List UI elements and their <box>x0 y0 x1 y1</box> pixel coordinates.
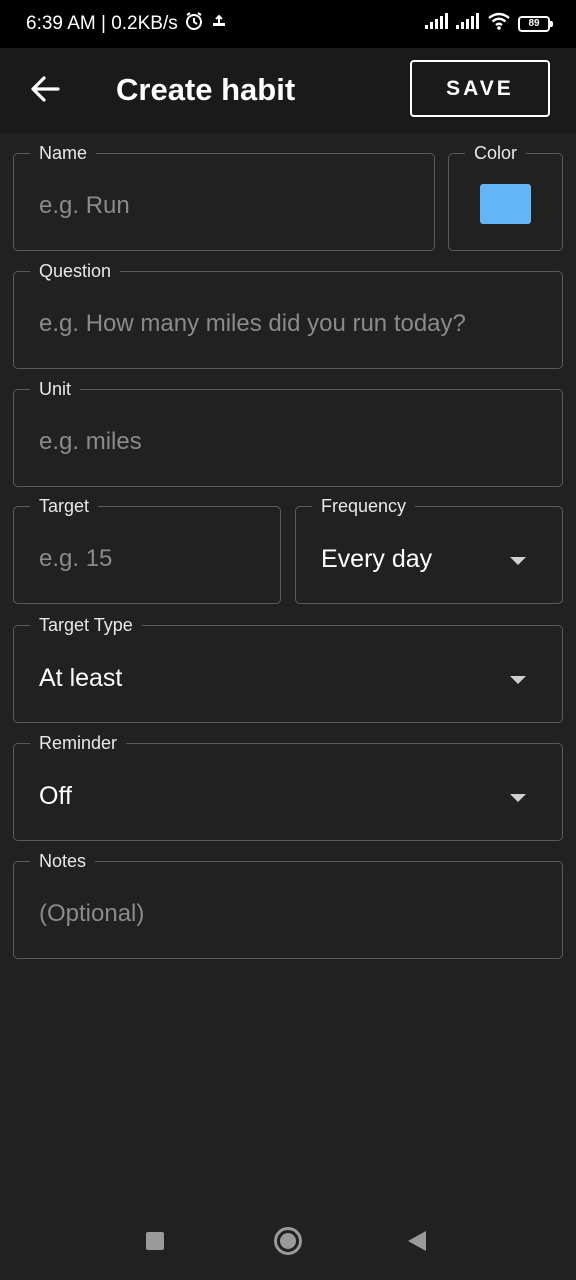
save-button[interactable]: SAVE <box>410 60 550 117</box>
app-bar: Create habit SAVE <box>0 48 576 134</box>
dropdown-arrow-icon <box>510 676 526 684</box>
dropdown-arrow-icon <box>510 794 526 802</box>
name-label: Name <box>30 142 97 164</box>
reminder-label: Reminder <box>30 732 127 754</box>
alarm-icon <box>184 11 204 37</box>
notes-placeholder: (Optional) <box>39 900 145 927</box>
create-habit-screen: 6:39 AM | 0.2KB/s 89 Create habit SAVE N… <box>0 0 576 1280</box>
notes-field[interactable]: Notes (Optional) <box>13 850 563 959</box>
notes-label: Notes <box>30 850 96 872</box>
signal-icon <box>456 13 480 35</box>
arrow-left-icon <box>30 75 60 108</box>
name-field[interactable]: Name e.g. Run <box>13 142 435 251</box>
target-type-dropdown[interactable]: Target Type At least <box>13 614 563 723</box>
unit-label: Unit <box>30 378 81 400</box>
frequency-value: Every day <box>321 545 433 573</box>
status-left: 6:39 AM | 0.2KB/s <box>26 11 228 37</box>
question-label: Question <box>30 260 121 282</box>
cloud-upload-icon <box>210 13 228 35</box>
reminder-value: Off <box>39 782 72 810</box>
battery-icon: 89 <box>518 16 553 32</box>
question-field[interactable]: Question e.g. How many miles did you run… <box>13 260 563 369</box>
unit-placeholder: e.g. miles <box>39 428 142 455</box>
target-field[interactable]: Target e.g. 15 <box>13 495 281 604</box>
wifi-icon <box>487 12 511 36</box>
page-title: Create habit <box>116 72 296 107</box>
status-bar: 6:39 AM | 0.2KB/s 89 <box>0 0 576 48</box>
reminder-dropdown[interactable]: Reminder Off <box>13 732 563 841</box>
back-triangle-icon[interactable] <box>408 1231 426 1251</box>
dropdown-arrow-icon <box>510 557 526 565</box>
target-type-value: At least <box>39 664 123 692</box>
status-time: 6:39 AM | 0.2KB/s <box>26 13 178 34</box>
system-nav-bar <box>0 1200 576 1280</box>
target-label: Target <box>30 495 99 517</box>
signal-icon <box>425 13 449 35</box>
question-placeholder: e.g. How many miles did you run today? <box>39 310 466 337</box>
color-label: Color <box>465 142 527 164</box>
target-type-label: Target Type <box>30 614 142 636</box>
status-right: 89 <box>425 12 553 36</box>
frequency-label: Frequency <box>312 495 416 517</box>
name-placeholder: e.g. Run <box>39 192 130 219</box>
color-swatch[interactable] <box>480 184 531 224</box>
back-button[interactable] <box>26 72 64 110</box>
recents-square-icon[interactable] <box>146 1232 164 1250</box>
frequency-dropdown[interactable]: Frequency Every day <box>295 495 563 604</box>
unit-field[interactable]: Unit e.g. miles <box>13 378 563 487</box>
home-circle-icon[interactable] <box>274 1227 302 1255</box>
color-field[interactable]: Color <box>448 142 563 251</box>
target-placeholder: e.g. 15 <box>39 545 113 572</box>
